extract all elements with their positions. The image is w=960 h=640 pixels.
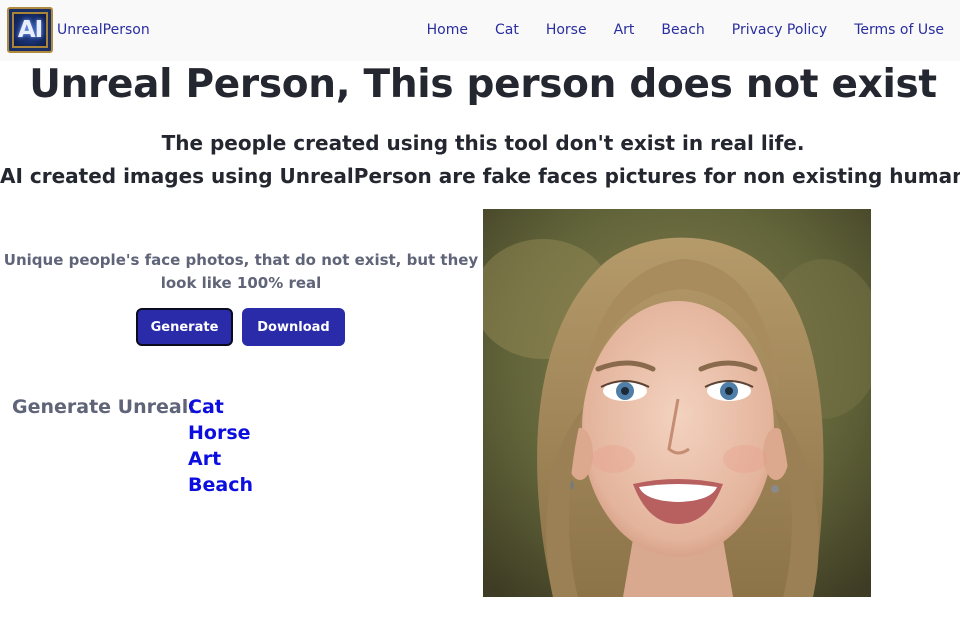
subtitle-line-2: AI created images using UnrealPerson are… bbox=[0, 164, 960, 188]
logo-text: AI bbox=[17, 17, 43, 43]
nav-links: Home Cat Horse Art Beach Privacy Policy … bbox=[400, 22, 944, 38]
nav-link-cat[interactable]: Cat bbox=[495, 22, 519, 38]
generate-link-horse[interactable]: Horse bbox=[188, 420, 253, 446]
download-button[interactable]: Download bbox=[242, 308, 345, 346]
nav-link-horse[interactable]: Horse bbox=[546, 22, 587, 38]
tagline: Unique people's face photos, that do not… bbox=[3, 251, 479, 292]
subtitle-line-1: The people created using this tool don't… bbox=[161, 131, 805, 155]
page-title: Unreal Person, This person does not exis… bbox=[29, 62, 937, 107]
nav-link-art[interactable]: Art bbox=[614, 22, 635, 38]
generate-link-beach[interactable]: Beach bbox=[188, 472, 253, 498]
nav-link-home[interactable]: Home bbox=[427, 22, 468, 38]
nav-link-privacy-policy[interactable]: Privacy Policy bbox=[732, 22, 827, 38]
navbar: AI UnrealPerson Home Cat Horse Art Beach… bbox=[0, 0, 960, 61]
generate-link-cat[interactable]: Cat bbox=[188, 394, 253, 420]
generate-unreal-links: Cat Horse Art Beach bbox=[188, 394, 253, 498]
generated-face-image bbox=[483, 209, 871, 597]
brand-name: UnrealPerson bbox=[57, 22, 150, 38]
nav-link-beach[interactable]: Beach bbox=[661, 22, 704, 38]
brand-link[interactable]: AI UnrealPerson bbox=[7, 7, 150, 53]
ai-logo-icon: AI bbox=[7, 7, 53, 53]
generate-button[interactable]: Generate bbox=[136, 308, 233, 346]
face-illustration bbox=[483, 209, 871, 597]
generate-link-art[interactable]: Art bbox=[188, 446, 253, 472]
nav-link-terms-of-use[interactable]: Terms of Use bbox=[854, 22, 944, 38]
generate-unreal-label: Generate Unreal: bbox=[12, 396, 196, 418]
